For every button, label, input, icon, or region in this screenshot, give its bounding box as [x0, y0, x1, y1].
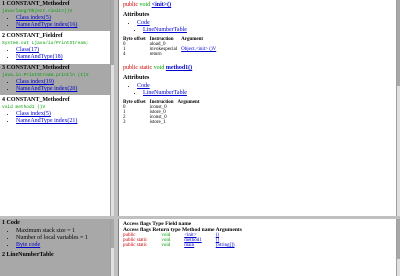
- constant-title: 3 CONSTANT_Methodref: [2, 65, 70, 71]
- constant-link[interactable]: NameAndType(18): [16, 54, 63, 60]
- line-number-table-title: 2 LineNumberTable: [2, 252, 54, 258]
- bytecode-column-header: Argument: [177, 100, 200, 105]
- attributes-scrollbar[interactable]: [110, 219, 114, 276]
- constant-pool-item: 1 CONSTANT_Methodref java/lang/Object.<in…: [0, 0, 114, 32]
- method-summary-cell: void: [161, 243, 171, 248]
- method-summary-cell[interactable]: main: [184, 243, 216, 248]
- bytecode-cell: [178, 120, 204, 125]
- byte-code-link[interactable]: Byte code: [16, 242, 40, 248]
- method-summary-row: public static void main (String[]): [123, 243, 249, 248]
- constant-pool-item: 2 CONSTANT_Fieldref System.out Ljava/io/P…: [0, 32, 114, 64]
- constant-link[interactable]: Class index(5): [16, 15, 51, 21]
- method-bytecode-frame: public void <init>()AttributesCodeLineNu…: [118, 0, 400, 216]
- constant-link[interactable]: Class index(19): [16, 79, 54, 85]
- constant-link[interactable]: Class(17): [16, 47, 39, 53]
- attribute-link[interactable]: LineNumberTable: [143, 90, 187, 96]
- fields-methods-frame: Access flags Type Field name Access flag…: [118, 219, 400, 276]
- constant-link[interactable]: NameAndType index(16): [16, 22, 77, 28]
- constant-code: System.out Ljava/io/PrintStream;: [2, 41, 89, 46]
- constant-code: void method1 ()V: [2, 105, 46, 110]
- attribute-link[interactable]: LineNumberTable: [143, 27, 187, 33]
- method-summary-cell[interactable]: (String[]): [216, 243, 249, 248]
- constant-code: java/lang/Object.<init>()V: [2, 9, 73, 14]
- method-list: public void <init>()AttributesCodeLineNu…: [119, 0, 400, 127]
- attribute-link[interactable]: Code: [137, 20, 150, 26]
- bytecode-row: 4 return: [123, 52, 220, 57]
- method-header: public static void method1(): [123, 65, 396, 71]
- bytecode-cell: return: [149, 52, 162, 57]
- code-attribute-item: 1 Code Maximum stack size = 1 Number of …: [0, 219, 114, 276]
- bytecode-cell: 3: [123, 120, 126, 125]
- local-vars-item: Number of local variables = 1: [16, 235, 112, 241]
- bytecode-scrollbar[interactable]: [396, 0, 400, 216]
- method-name-link[interactable]: method1(): [166, 65, 192, 71]
- bytecode-column-header: Byte offset: [123, 37, 146, 42]
- constant-pool-scrollbar[interactable]: [110, 0, 114, 216]
- attributes-label: Attributes: [123, 12, 150, 18]
- method-summary-table: public void <init>() public static void metho…: [123, 233, 249, 248]
- bytecode-cell[interactable]: Object.<init> ()V: [181, 47, 220, 52]
- constant-pool-item: 3 CONSTANT_Methodref java.io.PrintStream.…: [0, 64, 114, 96]
- bytecode-cell: 4: [123, 52, 126, 57]
- method-summary-cell: public static: [123, 243, 148, 248]
- constant-link[interactable]: NameAndType index(21): [16, 118, 77, 124]
- attributes-frame: 1 Code Maximum stack size = 1 Number of …: [0, 219, 114, 276]
- constant-code: java.io.PrintStream.println (I)V: [2, 73, 89, 78]
- bytecode-column-header: Byte offset: [123, 100, 146, 105]
- bytecode-cell: [181, 52, 220, 57]
- method-name-link[interactable]: <init>(): [152, 2, 172, 8]
- bytecode-cell: istore_1: [149, 120, 166, 125]
- bytecode-table: Byte offset Instruction Argument 0 aload_0 1 i…: [123, 37, 220, 57]
- code-attribute-title: 1 Code: [2, 220, 20, 226]
- constant-pool-list: 1 CONSTANT_Methodref java/lang/Object.<in…: [0, 0, 114, 128]
- fields-scrollbar[interactable]: [396, 219, 400, 276]
- max-stack-item: Maximum stack size = 1: [16, 228, 112, 234]
- attribute-link[interactable]: Code: [137, 83, 150, 89]
- return-type: void: [153, 65, 165, 71]
- constant-title: 2 CONSTANT_Fieldref: [2, 33, 63, 39]
- return-type: void: [139, 2, 151, 8]
- constant-title: 4 CONSTANT_Methodref: [2, 97, 70, 103]
- access-flag: public static: [123, 65, 153, 71]
- constant-link[interactable]: NameAndType index(20): [16, 86, 77, 92]
- constant-title: 1 CONSTANT_Methodref: [2, 1, 70, 7]
- bytecode-row: 3 istore_1: [123, 120, 204, 125]
- constant-pool-frame: 1 CONSTANT_Methodref java/lang/Object.<in…: [0, 0, 114, 216]
- bytecode-table: Byte offset Instruction Argument 0 iconst_0 1…: [123, 100, 204, 125]
- method-header: public void <init>(): [123, 2, 396, 8]
- access-flag: public: [123, 2, 138, 8]
- attributes-label: Attributes: [123, 75, 150, 81]
- constant-pool-item: 4 CONSTANT_Methodrefvoid method1 ()VClas…: [0, 96, 114, 128]
- constant-link[interactable]: Class index(5): [16, 111, 51, 117]
